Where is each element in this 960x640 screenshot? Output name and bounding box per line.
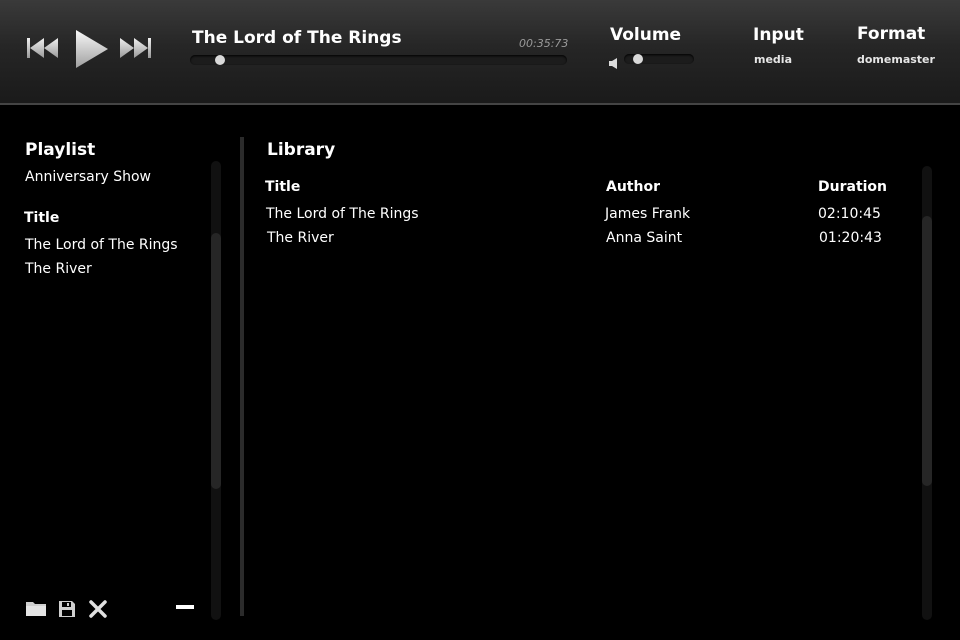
format-label[interactable]: Format: [857, 24, 925, 44]
remove-item-button[interactable]: [176, 603, 194, 611]
speaker-icon[interactable]: [609, 54, 618, 73]
playlist-name[interactable]: Anniversary Show: [25, 169, 151, 185]
column-header-title[interactable]: Title: [265, 179, 300, 195]
volume-label: Volume: [610, 25, 682, 45]
minus-icon: [176, 605, 194, 609]
input-label[interactable]: Input: [753, 25, 804, 45]
volume-knob[interactable]: [633, 54, 643, 64]
seek-bar[interactable]: [190, 55, 567, 65]
library-scroll-thumb[interactable]: [922, 216, 932, 486]
play-button[interactable]: [75, 29, 109, 69]
seek-knob[interactable]: [215, 55, 226, 65]
playlist-scroll-thumb[interactable]: [211, 233, 221, 489]
row-duration: 02:10:45: [818, 206, 881, 222]
now-playing-title: The Lord of The Rings: [192, 28, 402, 48]
clear-playlist-button[interactable]: [89, 600, 107, 618]
save-button[interactable]: [58, 600, 76, 618]
row-author: James Frank: [605, 206, 691, 222]
row-duration: 01:20:43: [819, 230, 882, 246]
format-value[interactable]: domemaster: [857, 53, 935, 66]
folder-icon: [26, 602, 46, 616]
skip-back-icon: [27, 38, 58, 58]
playlist-item[interactable]: The River: [25, 261, 92, 277]
next-button[interactable]: [119, 36, 153, 60]
row-title: The Lord of The Rings: [266, 206, 419, 222]
previous-button[interactable]: [26, 36, 60, 60]
column-header-duration[interactable]: Duration: [818, 179, 887, 195]
panel-divider[interactable]: [240, 137, 244, 616]
save-icon: [59, 601, 75, 617]
playlist-scrollbar[interactable]: [211, 161, 221, 620]
play-icon: [76, 30, 108, 68]
volume-slider[interactable]: [624, 54, 694, 64]
close-icon: [89, 600, 107, 618]
library-heading: Library: [267, 140, 336, 160]
library-scrollbar[interactable]: [922, 166, 932, 620]
row-author: Anna Saint: [606, 230, 683, 246]
input-value[interactable]: media: [754, 53, 792, 66]
playlist-column-title[interactable]: Title: [24, 210, 59, 226]
column-header-author[interactable]: Author: [606, 179, 660, 195]
open-folder-button[interactable]: [25, 600, 47, 617]
player-header: The Lord of The Rings 00:35:73 Volume In…: [0, 0, 960, 105]
skip-forward-icon: [120, 38, 151, 58]
elapsed-time: 00:35:73: [519, 37, 569, 50]
playlist-heading: Playlist: [25, 140, 96, 160]
row-title: The River: [267, 230, 334, 246]
playlist-item[interactable]: The Lord of The Rings: [25, 237, 178, 253]
